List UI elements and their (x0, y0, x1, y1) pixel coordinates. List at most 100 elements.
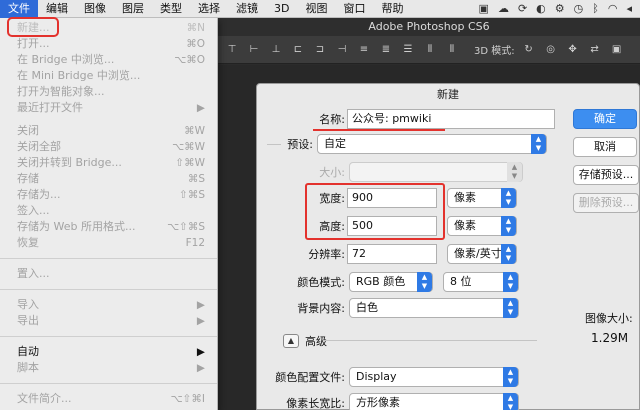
sync-icon[interactable]: ⟳ (518, 2, 527, 15)
menu-item-close-all[interactable]: 关闭全部 ⌥⌘W (0, 139, 217, 155)
options-bar: ⊤ ⊢ ⊥ ⊏ ⊐ ⊣ ≡ ≣ ☰ ⫴ ⦀ 3D 模式: ↻ ◎ ✥ ⇄ ▣ (218, 36, 640, 64)
menu-item-label: 在 Mini Bridge 中浏览... (17, 69, 141, 82)
3d-pan-icon[interactable]: ✥ (565, 43, 581, 57)
menu-item-recent-files[interactable]: 最近打开文件 ▶ (0, 100, 217, 116)
3d-slide-icon[interactable]: ⇄ (587, 43, 603, 57)
select-arrows-icon: ▲ ▼ (503, 393, 518, 410)
3d-roll-icon[interactable]: ◎ (543, 43, 559, 57)
color-mode-value: RGB 颜色 (356, 275, 406, 288)
align-right-icon[interactable]: ⊣ (334, 43, 350, 57)
align-middle-icon[interactable]: ⊢ (246, 43, 262, 57)
menu-item-close[interactable]: 关闭 ⌘W (0, 123, 217, 139)
select-arrows-icon: ▲ ▼ (501, 244, 516, 264)
wifi-icon[interactable]: ◠ (608, 2, 618, 15)
menu-item-label: 导入 (17, 298, 39, 311)
menu-view[interactable]: 视图 (297, 0, 335, 18)
width-unit-select[interactable]: 像素 ▲ ▼ (447, 188, 517, 208)
menu-item-scripts[interactable]: 脚本 ▶ (0, 360, 217, 376)
menu-layer[interactable]: 图层 (114, 0, 152, 18)
submenu-arrow-icon: ▶ (196, 102, 205, 114)
menu-type[interactable]: 类型 (152, 0, 190, 18)
chat-icon[interactable]: ◐ (536, 2, 546, 15)
menu-item-file-info[interactable]: 文件简介... ⌥⇧⌘I (0, 391, 217, 407)
resolution-input[interactable]: 72 (347, 244, 437, 264)
menu-shortcut: ⌥⌘O (174, 54, 205, 66)
menu-3d[interactable]: 3D (266, 0, 297, 18)
distribute-middle-icon[interactable]: ≣ (378, 43, 394, 57)
disclosure-up-icon[interactable]: ▲ (283, 334, 299, 348)
background-row: 背景内容: 白色 ▲ ▼ (279, 298, 519, 318)
menu-item-save-as[interactable]: 存储为... ⇧⌘S (0, 187, 217, 203)
color-profile-select[interactable]: Display ▲ ▼ (349, 367, 519, 387)
volume-icon[interactable]: ◂ (626, 2, 632, 15)
cancel-button[interactable]: 取消 (573, 137, 637, 157)
menu-item-label: 打开为智能对象... (17, 85, 105, 98)
align-top-icon[interactable]: ⊤ (224, 43, 240, 57)
color-mode-select[interactable]: RGB 颜色 ▲ ▼ (349, 272, 433, 292)
menu-item-import[interactable]: 导入 ▶ (0, 297, 217, 313)
app-title: Adobe Photoshop CS6 (218, 18, 640, 36)
menu-select[interactable]: 选择 (190, 0, 228, 18)
pixel-aspect-label: 像素长宽比: (286, 397, 345, 410)
distribute-right-icon[interactable]: ⦀ (444, 43, 460, 57)
background-select[interactable]: 白色 ▲ ▼ (349, 298, 519, 318)
menu-item-revert[interactable]: 恢复 F12 (0, 235, 217, 251)
menu-item-label: 关闭全部 (17, 140, 61, 153)
save-preset-button[interactable]: 存储预设... (573, 165, 639, 185)
delete-preset-button[interactable]: 删除预设... (573, 193, 639, 213)
menu-item-open[interactable]: 打开... ⌘O (0, 36, 217, 52)
menu-item-automate[interactable]: 自动 ▶ (0, 344, 217, 360)
new-document-dialog: 新建 名称: 公众号: pmwiki 预设: 自定 ▲ ▼ 大小: ▲ ▼ 宽度: … (256, 83, 640, 410)
color-profile-row: 颜色配置文件: Display ▲ ▼ (261, 367, 519, 387)
distribute-left-icon[interactable]: ⫴ (422, 43, 438, 57)
ok-button[interactable]: 确定 (573, 109, 637, 129)
resolution-unit-select[interactable]: 像素/英寸 ▲ ▼ (447, 244, 517, 264)
size-select[interactable]: ▲ ▼ (349, 162, 523, 182)
clock-icon[interactable]: ◷ (574, 2, 584, 15)
select-arrows-icon: ▲ ▼ (503, 272, 518, 292)
menu-item-close-go-bridge[interactable]: 关闭并转到 Bridge... ⇧⌘W (0, 155, 217, 171)
3d-scale-icon[interactable]: ▣ (609, 43, 625, 57)
color-mode-row: 颜色模式: RGB 颜色 ▲ ▼ 8 位 ▲ ▼ (279, 272, 519, 292)
select-arrows-icon: ▲ ▼ (417, 272, 432, 292)
menu-image[interactable]: 图像 (76, 0, 114, 18)
name-input[interactable]: 公众号: pmwiki (347, 109, 555, 129)
height-input[interactable]: 500 (347, 216, 437, 236)
bluetooth-icon[interactable]: ᛒ (592, 2, 599, 15)
size-row: 大小: ▲ ▼ (315, 162, 523, 182)
menu-item-label: 最近打开文件 (17, 101, 83, 114)
app-icon[interactable]: ▣ (479, 2, 489, 15)
menu-item-label: 脚本 (17, 361, 39, 374)
height-unit-value: 像素 (454, 219, 476, 232)
settings-icon[interactable]: ⚙ (555, 2, 565, 15)
preset-select[interactable]: 自定 ▲ ▼ (317, 134, 547, 154)
menu-separator (0, 383, 217, 384)
menu-item-place[interactable]: 置入... (0, 266, 217, 282)
menu-filter[interactable]: 滤镜 (228, 0, 266, 18)
distribute-bottom-icon[interactable]: ☰ (400, 43, 416, 57)
menu-item-export[interactable]: 导出 ▶ (0, 313, 217, 329)
bit-depth-select[interactable]: 8 位 ▲ ▼ (443, 272, 519, 292)
menu-item-browse-mini-bridge[interactable]: 在 Mini Bridge 中浏览... (0, 68, 217, 84)
pixel-aspect-row: 像素长宽比: 方形像素 ▲ ▼ (261, 393, 519, 410)
distribute-top-icon[interactable]: ≡ (356, 43, 372, 57)
align-center-icon[interactable]: ⊐ (312, 43, 328, 57)
menu-item-save-for-web[interactable]: 存储为 Web 所用格式... ⌥⇧⌘S (0, 219, 217, 235)
width-input[interactable]: 900 (347, 188, 437, 208)
menu-help[interactable]: 帮助 (373, 0, 411, 18)
menu-item-browse-bridge[interactable]: 在 Bridge 中浏览... ⌥⌘O (0, 52, 217, 68)
align-left-icon[interactable]: ⊏ (290, 43, 306, 57)
menu-file[interactable]: 文件 (0, 0, 38, 18)
pixel-aspect-select[interactable]: 方形像素 ▲ ▼ (349, 393, 519, 410)
menu-item-check-in[interactable]: 签入... (0, 203, 217, 219)
cloud-icon[interactable]: ☁ (498, 2, 509, 15)
height-unit-select[interactable]: 像素 ▲ ▼ (447, 216, 517, 236)
menu-item-label: 关闭并转到 Bridge... (17, 156, 122, 169)
align-bottom-icon[interactable]: ⊥ (268, 43, 284, 57)
menu-window[interactable]: 窗口 (335, 0, 373, 18)
menu-item-save[interactable]: 存储 ⌘S (0, 171, 217, 187)
menu-item-open-smart-object[interactable]: 打开为智能对象... (0, 84, 217, 100)
3d-rotate-icon[interactable]: ↻ (521, 43, 537, 57)
advanced-toggle[interactable]: ▲ 高级 (283, 333, 327, 349)
menu-edit[interactable]: 编辑 (38, 0, 76, 18)
